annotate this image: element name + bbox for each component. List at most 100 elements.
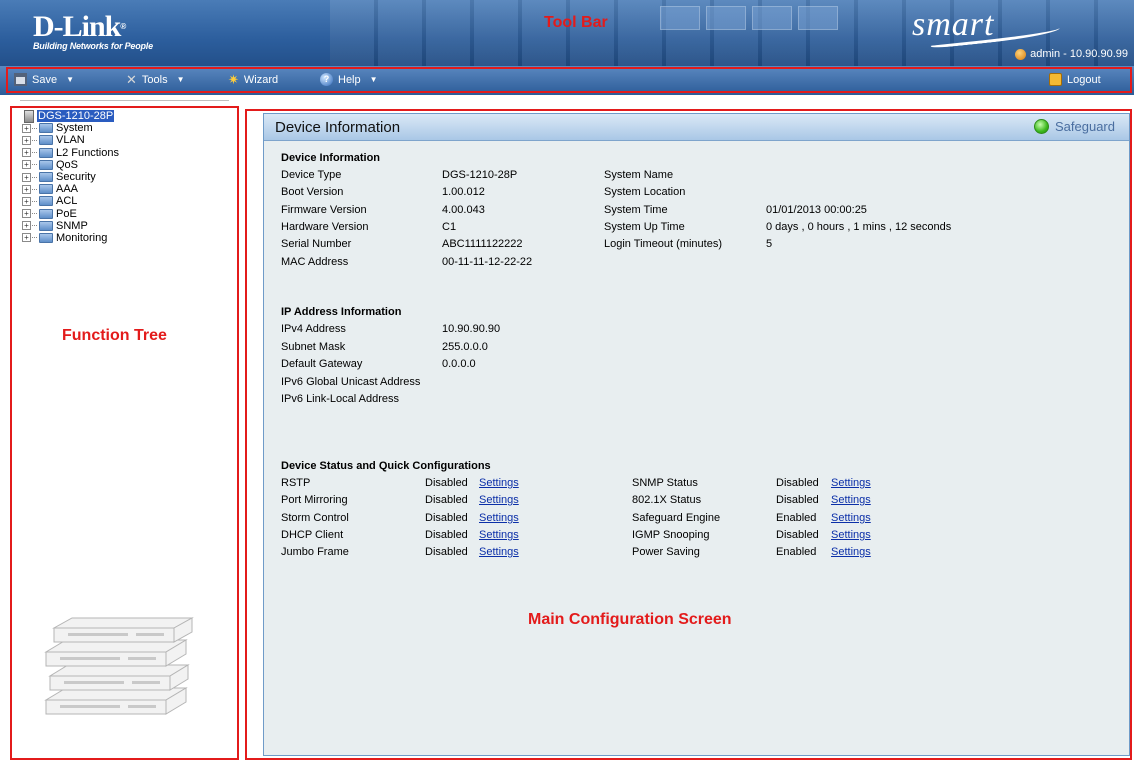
expand-icon[interactable]: + [22,172,31,182]
info-value: 4.00.043 [442,204,485,216]
folder-icon [39,147,53,158]
wizard-menu[interactable]: ✷ Wizard [228,73,278,86]
save-menu[interactable]: Save ▼ [14,73,74,86]
igmp-snooping-settings-link[interactable]: Settings [831,527,871,544]
expand-icon[interactable]: + [22,196,31,206]
switch-icon [24,109,34,123]
dlink-logo: D-Link® [33,12,126,42]
header-decor [752,6,792,30]
expand-icon[interactable]: + [22,160,31,170]
logo-tagline: Building Networks for People [33,41,153,51]
info-label: MAC Address [281,256,349,268]
help-icon: ? [320,73,333,86]
expand-icon[interactable]: + [22,123,31,133]
tree-root-label: DGS-1210-28P [37,110,115,123]
folder-icon [39,220,53,231]
tree-item-vlan[interactable]: + VLAN [22,134,232,146]
ip-label: IPv6 Global Unicast Address [281,376,421,388]
annotation-main-configuration-screen: Main Configuration Screen [528,611,732,628]
status-label: Power Saving [632,546,700,558]
chevron-down-icon: ▼ [369,75,378,84]
header-banner: D-Link® Building Networks for People sma… [0,0,1134,66]
status-value: Disabled [776,494,819,506]
safeguard-indicator: Safeguard [1034,119,1115,134]
tree-item-acl[interactable]: + ACL [22,195,232,207]
info-value: 01/01/2013 00:00:25 [766,204,867,216]
wizard-icon: ✷ [228,72,239,87]
tree-item-label: VLAN [56,134,85,147]
info-label: Boot Version [281,186,344,198]
section-ip-address-information: IP Address Information [281,306,402,318]
info-label: System Location [604,186,686,198]
wizard-menu-label: Wizard [243,73,279,86]
logo-registered-mark: ® [120,22,126,31]
tree-item-qos[interactable]: + QoS [22,159,232,171]
expand-icon[interactable]: + [22,233,31,243]
tree-connector [32,237,37,239]
info-label: System Name [604,169,674,181]
tree-item-monitoring[interactable]: + Monitoring [22,232,232,244]
help-menu[interactable]: ? Help ▼ [320,73,378,86]
tree-item-label: System [56,122,93,135]
tools-menu[interactable]: ✕ Tools ▼ [126,73,185,86]
tree-item-snmp[interactable]: + SNMP [22,220,232,232]
storm-control-settings-link[interactable]: Settings [479,510,519,527]
info-label: Hardware Version [281,221,369,233]
rstp-settings-link[interactable]: Settings [479,475,519,492]
tree-root[interactable]: DGS-1210-28P [22,109,232,123]
folder-icon [39,159,53,170]
tree-item-label: QoS [56,158,79,171]
info-label: System Time [604,204,668,216]
port-mirroring-settings-link[interactable]: Settings [479,492,519,509]
page-title: Device Information [275,119,401,136]
jumbo-frame-settings-link[interactable]: Settings [479,544,519,561]
folder-icon [39,123,53,134]
snmp-settings-link[interactable]: Settings [831,475,871,492]
switch-stack-image [44,617,194,715]
tree-item-label: PoE [56,207,77,220]
expand-icon[interactable]: + [22,135,31,145]
tree-divider [20,100,229,101]
info-label: Login Timeout (minutes) [604,238,722,250]
status-value: Disabled [425,546,468,558]
status-label: SNMP Status [632,477,698,489]
status-value: Disabled [425,512,468,524]
expand-icon[interactable]: + [22,148,31,158]
tools-menu-label: Tools [141,73,168,86]
power-saving-settings-link[interactable]: Settings [831,544,871,561]
status-label: RSTP [281,477,311,489]
ip-value: 0.0.0.0 [442,358,476,370]
tree-item-l2-functions[interactable]: + L2 Functions [22,147,232,159]
tree-item-poe[interactable]: + PoE [22,208,232,220]
tree-item-security[interactable]: + Security [22,171,232,183]
folder-icon [39,172,53,183]
section-device-information: Device Information [281,152,381,164]
header-decor [660,6,700,30]
8021x-settings-link[interactable]: Settings [831,492,871,509]
folder-icon [39,135,53,146]
header-decor [798,6,838,30]
tree-connector [32,127,37,129]
logout-button[interactable]: Logout [1049,73,1101,86]
chevron-down-icon: ▼ [176,75,185,84]
folder-icon [39,208,53,219]
tree-item-system[interactable]: + System [22,122,232,134]
tree-item-aaa[interactable]: + AAA [22,183,232,195]
safeguard-engine-settings-link[interactable]: Settings [831,510,871,527]
expand-icon[interactable]: + [22,184,31,194]
logout-label: Logout [1067,73,1101,86]
status-label: 802.1X Status [632,494,702,506]
ip-label: Default Gateway [281,358,363,370]
ip-label: IPv6 Link-Local Address [281,393,400,405]
info-value: 0 days , 0 hours , 1 mins , 12 seconds [766,221,952,233]
info-value: C1 [442,221,457,233]
expand-icon[interactable]: + [22,209,31,219]
panel-title-bar: Device Information Safeguard [264,114,1129,141]
expand-icon[interactable]: + [22,221,31,231]
section-device-status: Device Status and Quick Configurations [281,460,491,472]
folder-icon [39,232,53,243]
tree-item-label: ACL [56,195,78,208]
tree-connector [32,152,37,154]
dhcp-client-settings-link[interactable]: Settings [479,527,519,544]
status-value: Enabled [776,512,817,524]
